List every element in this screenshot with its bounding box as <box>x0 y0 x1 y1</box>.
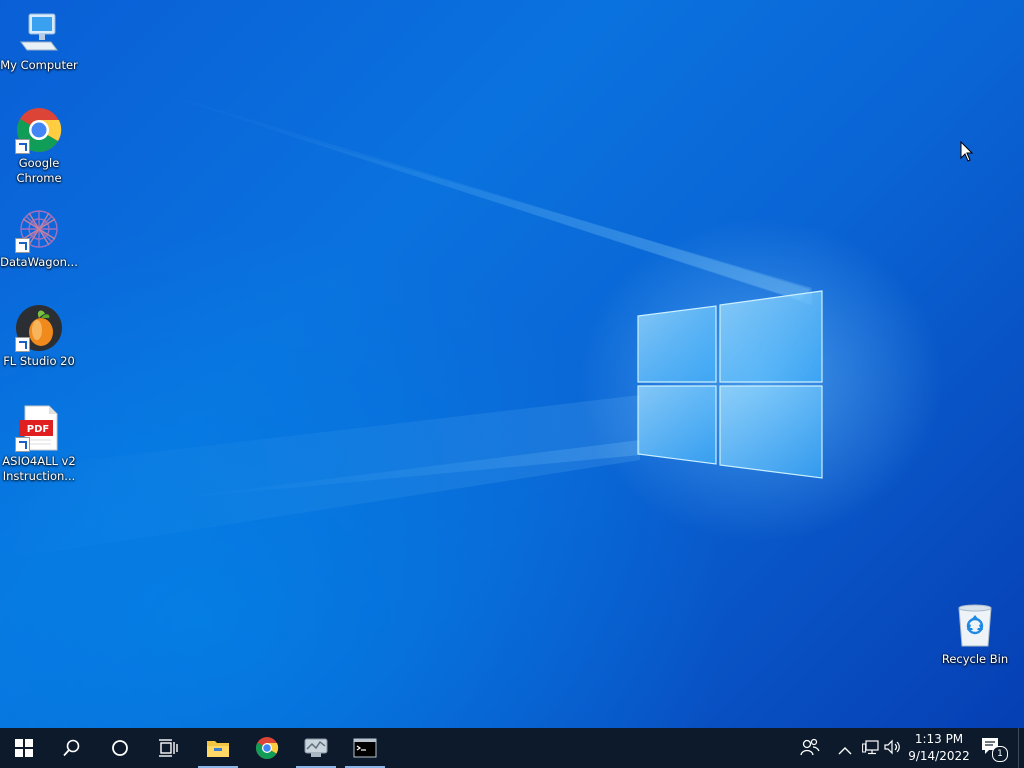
recycle-bin-icon <box>951 602 999 650</box>
taskbar-command-prompt[interactable] <box>341 728 389 768</box>
desktop-icon-datawagon[interactable]: DataWagon... <box>0 205 78 270</box>
search-button[interactable] <box>48 728 96 768</box>
mouse-cursor-icon <box>960 141 974 162</box>
desktop-icon-fl-studio[interactable]: FL Studio 20 <box>0 304 78 369</box>
tray-people[interactable] <box>800 738 822 758</box>
pdf-badge-text: PDF <box>26 424 50 435</box>
volume-icon <box>884 739 900 755</box>
search-icon <box>63 739 80 757</box>
action-center-button[interactable]: 1 <box>980 736 1010 762</box>
tray-clock[interactable]: 1:13 PM 9/14/2022 <box>906 731 972 765</box>
icon-label: Google Chrome <box>16 156 62 185</box>
wallpaper-light-beams <box>0 80 812 560</box>
taskbar-file-explorer[interactable] <box>194 728 242 768</box>
people-icon <box>800 738 820 756</box>
tray-show-hidden-icons[interactable] <box>838 741 854 755</box>
chrome-icon <box>256 737 279 759</box>
network-icon <box>862 740 879 755</box>
terminal-icon <box>353 738 377 758</box>
notification-count-badge: 1 <box>992 746 1008 762</box>
clock-date: 9/14/2022 <box>908 749 970 763</box>
shortcut-arrow-icon <box>15 238 30 253</box>
cortana-circle-icon <box>112 740 128 756</box>
windows-logo-wallpaper <box>637 290 823 479</box>
shortcut-arrow-icon <box>15 337 30 352</box>
clock-time: 1:13 PM <box>914 732 964 746</box>
icon-label: My Computer <box>0 58 78 72</box>
start-button[interactable] <box>0 728 48 768</box>
taskbar-chrome[interactable] <box>243 728 291 768</box>
folder-icon <box>207 741 229 757</box>
pdf-icon: PDF <box>15 404 63 452</box>
taskbar: 1:13 PM 9/14/2022 1 <box>0 728 1024 768</box>
tray-network[interactable] <box>862 739 882 757</box>
windows-start-icon <box>15 739 33 757</box>
cortana-button[interactable] <box>96 728 144 768</box>
icon-label: FL Studio 20 <box>3 354 75 368</box>
datawagon-icon <box>15 205 63 253</box>
tray-volume[interactable] <box>884 739 904 757</box>
icon-label: ASIO4ALL v2 Instruction... <box>2 454 76 483</box>
desktop-icon-recycle-bin[interactable]: Recycle Bin <box>936 602 1014 667</box>
fl-studio-icon <box>15 304 63 352</box>
chrome-icon <box>15 106 63 154</box>
desktop-icon-my-computer[interactable]: My Computer <box>0 8 78 73</box>
show-desktop-button[interactable] <box>1018 728 1024 768</box>
taskbar-monitor-app[interactable] <box>292 728 340 768</box>
chevron-up-icon <box>838 747 852 755</box>
icon-label: DataWagon... <box>0 255 78 269</box>
desktop-icon-google-chrome[interactable]: Google Chrome <box>0 106 78 186</box>
desktop-icon-asio4all-pdf[interactable]: PDF ASIO4ALL v2 Instruction... <box>0 404 78 484</box>
icon-label: Recycle Bin <box>941 652 1009 666</box>
task-view-icon <box>159 739 178 757</box>
desktop[interactable]: My Computer Google Chrome DataWagon... F… <box>0 0 1024 728</box>
shortcut-arrow-icon <box>15 437 30 452</box>
task-view-button[interactable] <box>144 728 192 768</box>
shortcut-arrow-icon <box>15 139 30 154</box>
monitor-app-icon <box>304 738 328 757</box>
computer-icon <box>15 8 63 56</box>
